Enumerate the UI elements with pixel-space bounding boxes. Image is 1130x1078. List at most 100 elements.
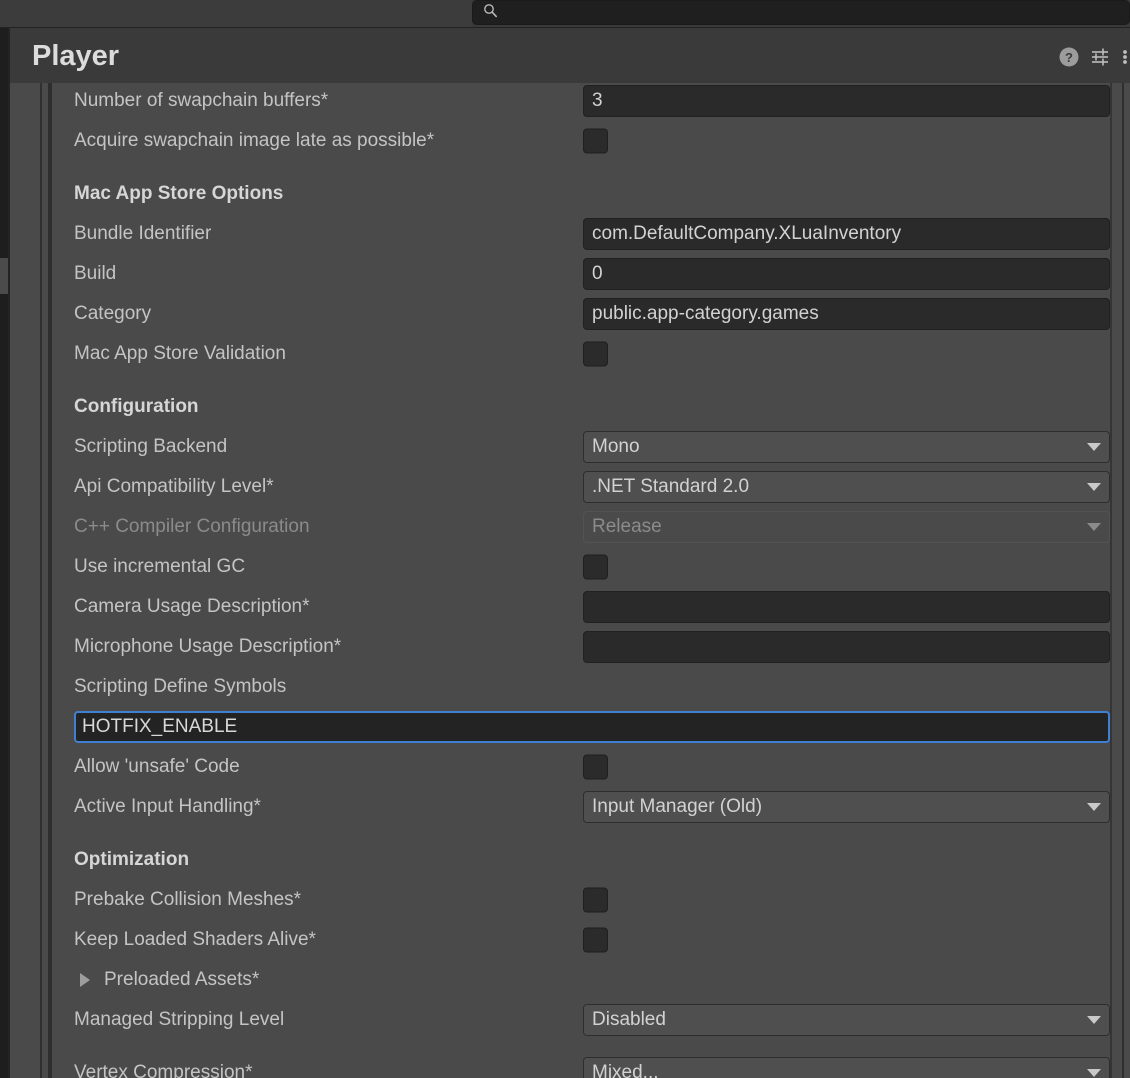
- row-label: Api Compatibility Level*: [74, 476, 274, 497]
- control-wrapper: [583, 631, 1110, 663]
- bundle-identifier-input[interactable]: com.DefaultCompany.XLuaInventory: [583, 218, 1110, 250]
- row-label: Mac App Store Validation: [74, 343, 286, 364]
- build-input[interactable]: 0: [583, 258, 1110, 290]
- panel-border-outer: [40, 83, 42, 1078]
- more-options-icon[interactable]: [1122, 46, 1130, 73]
- svg-text:?: ?: [1065, 50, 1073, 65]
- input-value: HOTFIX_ENABLE: [82, 716, 238, 737]
- panel-border-right-outer: [1122, 83, 1124, 1078]
- help-icon[interactable]: ?: [1058, 46, 1080, 73]
- chevron-down-icon: [1087, 443, 1101, 451]
- control-wrapper: com.DefaultCompany.XLuaInventory: [583, 218, 1110, 250]
- row-label: Category: [74, 303, 152, 324]
- settings-row-section-configuration: Configuration: [52, 387, 1110, 427]
- number-of-swapchain-buffers-input[interactable]: 3: [583, 85, 1110, 117]
- control-wrapper: 3: [583, 85, 1110, 117]
- chevron-down-icon: [1087, 803, 1101, 811]
- foldout-label[interactable]: Preloaded Assets*: [104, 969, 259, 991]
- section-heading: Mac App Store Options: [74, 183, 284, 204]
- prebake-collision-meshes-checkbox[interactable]: [583, 887, 608, 913]
- control-wrapper: Mixed...: [583, 1057, 1110, 1078]
- toolbar-left-area: [0, 0, 472, 27]
- acquire-swapchain-image-late-as-possible-checkbox[interactable]: [583, 128, 608, 154]
- settings-row-cpp-compiler-configuration: C++ Compiler Configuration Release: [52, 507, 1110, 547]
- chevron-down-icon: [1087, 523, 1101, 531]
- dropdown-value: Mixed...: [592, 1062, 659, 1078]
- keep-loaded-shaders-alive-checkbox[interactable]: [583, 927, 608, 953]
- row-label: Microphone Usage Description*: [74, 636, 342, 657]
- control-wrapper: Mono: [583, 431, 1110, 463]
- settings-row-preloaded-assets[interactable]: Preloaded Assets*: [52, 960, 1110, 1000]
- row-label: Build: [74, 263, 117, 284]
- settings-row-bundle-identifier: Bundle Identifier com.DefaultCompany.XLua…: [52, 214, 1110, 254]
- use-incremental-gc-checkbox[interactable]: [583, 554, 608, 580]
- settings-row-scripting-define-symbols-label: Scripting Define Symbols: [52, 667, 1110, 707]
- settings-row-scripting-backend: Scripting Backend Mono: [52, 427, 1110, 467]
- dropdown-value: .NET Standard 2.0: [592, 476, 750, 497]
- player-settings-window: Player ? Number of swapchain buffers* 3 …: [8, 28, 1130, 1078]
- allow-unsafe-code-checkbox[interactable]: [583, 754, 608, 780]
- dropdown-value: Release: [592, 516, 662, 537]
- camera-usage-description-input[interactable]: [583, 591, 1110, 623]
- panel-border-right-inner: [1110, 83, 1112, 1078]
- settings-row-microphone-usage-description: Microphone Usage Description*: [52, 627, 1110, 667]
- settings-row-category: Category public.app-category.games: [52, 294, 1110, 334]
- row-label: Keep Loaded Shaders Alive*: [74, 929, 316, 950]
- page-title: Player: [32, 40, 120, 72]
- mac-app-store-validation-checkbox[interactable]: [583, 341, 608, 367]
- row-label: Managed Stripping Level: [74, 1009, 285, 1030]
- scripting-define-symbols-input[interactable]: HOTFIX_ENABLE: [74, 711, 1110, 743]
- chevron-down-icon: [1087, 1069, 1101, 1077]
- search-input[interactable]: [472, 0, 1130, 25]
- settings-row-allow-unsafe-code: Allow 'unsafe' Code: [52, 747, 1110, 787]
- control-wrapper: .NET Standard 2.0: [583, 471, 1110, 503]
- section-heading: Configuration: [74, 396, 199, 417]
- window-left-gutter: [0, 28, 8, 1078]
- settings-row-scripting-define-symbols-input[interactable]: HOTFIX_ENABLE: [52, 707, 1110, 747]
- input-value: com.DefaultCompany.XLuaInventory: [592, 223, 902, 244]
- settings-row-build: Build 0: [52, 254, 1110, 294]
- active-input-handling-dropdown[interactable]: Input Manager (Old): [583, 791, 1110, 823]
- control-wrapper: Disabled: [583, 1004, 1110, 1036]
- managed-stripping-level-dropdown[interactable]: Disabled: [583, 1004, 1110, 1036]
- settings-row-spacer-3: [52, 827, 1110, 840]
- control-wrapper: Release: [583, 511, 1110, 543]
- row-label: Prebake Collision Meshes*: [74, 889, 302, 910]
- row-label: Camera Usage Description*: [74, 596, 310, 617]
- cpp-compiler-configuration-dropdown: Release: [583, 511, 1110, 543]
- category-input[interactable]: public.app-category.games: [583, 298, 1110, 330]
- settings-row-mac-app-store-validation: Mac App Store Validation: [52, 334, 1110, 374]
- settings-row-section-optimization: Optimization: [52, 840, 1110, 880]
- preset-settings-icon[interactable]: [1090, 46, 1112, 73]
- settings-row-spacer-2: [52, 374, 1110, 387]
- settings-row-camera-usage-description: Camera Usage Description*: [52, 587, 1110, 627]
- row-label: Vertex Compression*: [74, 1062, 253, 1078]
- settings-row-number-of-swapchain-buffers: Number of swapchain buffers* 3: [52, 83, 1110, 121]
- settings-scroll-area[interactable]: Number of swapchain buffers* 3 Acquire swa…: [10, 83, 1130, 1078]
- section-heading: Optimization: [74, 849, 190, 870]
- settings-row-vertex-compression: Vertex Compression* Mixed...: [52, 1053, 1110, 1078]
- microphone-usage-description-input[interactable]: [583, 631, 1110, 663]
- window-header: Player ?: [10, 28, 1130, 83]
- row-label: Scripting Backend: [74, 436, 228, 457]
- vertex-compression-dropdown[interactable]: Mixed...: [583, 1057, 1110, 1078]
- scripting-backend-dropdown[interactable]: Mono: [583, 431, 1110, 463]
- dropdown-value: Disabled: [592, 1009, 666, 1030]
- row-label: Number of swapchain buffers*: [74, 90, 329, 111]
- control-wrapper: [583, 591, 1110, 623]
- settings-row-api-compatibility-level: Api Compatibility Level* .NET Standard 2.…: [52, 467, 1110, 507]
- chevron-right-icon[interactable]: [80, 973, 90, 987]
- row-label: Bundle Identifier: [74, 223, 212, 244]
- settings-row-active-input-handling: Active Input Handling* Input Manager (Old…: [52, 787, 1110, 827]
- api-compatibility-level-dropdown[interactable]: .NET Standard 2.0: [583, 471, 1110, 503]
- row-label: Acquire swapchain image late as possible…: [74, 130, 435, 151]
- control-wrapper: [583, 927, 608, 953]
- panel-resize-handle[interactable]: [0, 258, 8, 294]
- row-label: Allow 'unsafe' Code: [74, 756, 240, 777]
- input-value: 3: [592, 90, 603, 111]
- row-label: Active Input Handling*: [74, 796, 261, 817]
- settings-row-keep-loaded-shaders-alive: Keep Loaded Shaders Alive*: [52, 920, 1110, 960]
- chevron-down-icon: [1087, 1016, 1101, 1024]
- header-icon-group: ?: [1058, 46, 1130, 73]
- settings-row-acquire-swapchain-image-late-as-possible: Acquire swapchain image late as possible…: [52, 121, 1110, 161]
